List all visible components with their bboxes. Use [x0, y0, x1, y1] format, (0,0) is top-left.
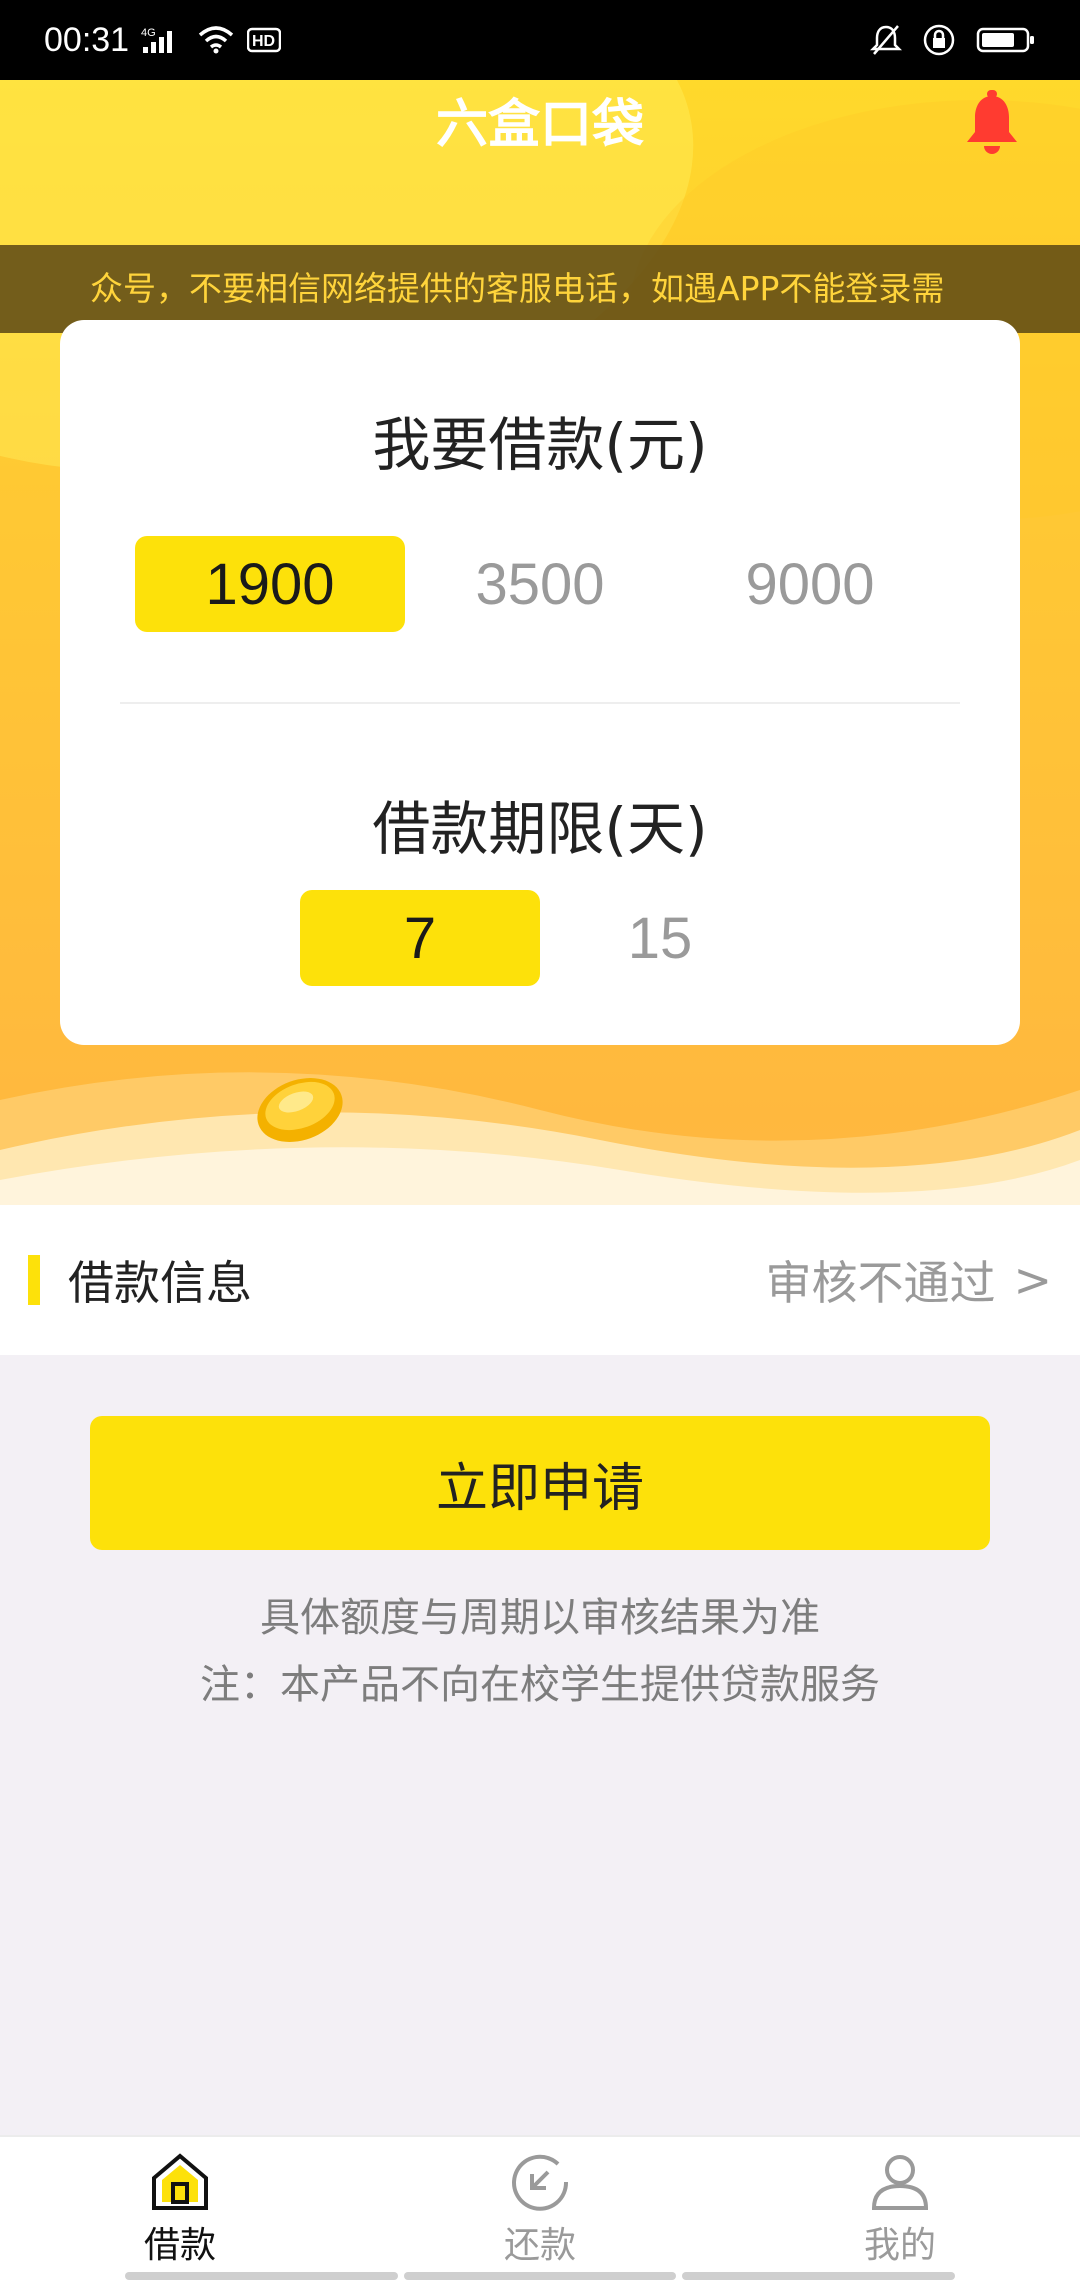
apply-now-button[interactable]: 立即申请: [90, 1416, 990, 1550]
lock-rotation-icon: [922, 23, 956, 57]
nav-label-repay: 还款: [503, 2224, 576, 2266]
wave-decoration: [0, 1072, 1080, 1210]
chevron-right-icon: >: [1013, 1253, 1052, 1307]
note-students: 注：本产品不向在校学生提供贷款服务: [200, 1662, 880, 1708]
loan-info-row[interactable]: 借款信息 审核不通过 >: [0, 1205, 1080, 1355]
nav-item-repay[interactable]: 还款: [390, 2136, 690, 2280]
amount-title: 我要借款(元): [372, 411, 708, 479]
app-title: 六盒口袋: [435, 95, 644, 155]
amount-option-9000[interactable]: 9000: [675, 536, 945, 632]
hd-icon: HD: [247, 25, 282, 55]
bottom-nav: 借款 还款 我的: [0, 2135, 1080, 2280]
note-quota: 具体额度与周期以审核结果为准: [260, 1595, 820, 1641]
notification-bell-icon[interactable]: [952, 80, 1032, 170]
svg-text:HD: HD: [252, 33, 275, 50]
repay-icon: [512, 2154, 569, 2211]
status-bar: 00:31 4G HD: [0, 0, 1080, 80]
term-option-15[interactable]: 15: [540, 890, 780, 986]
home-indicator: [125, 2272, 956, 2280]
amount-option-3500[interactable]: 3500: [405, 536, 675, 632]
divider: [120, 702, 960, 704]
amount-option-1900[interactable]: 1900: [135, 536, 405, 632]
home-icon: [152, 2152, 208, 2210]
accent-bar: [28, 1255, 40, 1305]
nav-item-loan[interactable]: 借款: [30, 2136, 330, 2280]
amount-options: 1900 3500 9000: [135, 536, 945, 632]
nav-item-mine[interactable]: 我的: [750, 2136, 1050, 2280]
nav-label-loan: 借款: [143, 2224, 216, 2266]
term-option-7[interactable]: 7: [300, 890, 540, 986]
svg-text:4G: 4G: [141, 27, 156, 39]
status-time: 00:31: [44, 20, 130, 59]
term-options: 7 15: [300, 890, 780, 986]
loan-card: 我要借款(元) 1900 3500 9000 借款期限(天) 7 15: [60, 320, 1020, 1045]
user-icon: [871, 2154, 929, 2210]
coin-icon: [257, 1078, 343, 1142]
battery-icon: [976, 25, 1036, 55]
loan-info-label: 借款信息: [68, 1256, 252, 1310]
wifi-icon: [197, 25, 235, 55]
review-status: 审核不通过: [765, 1256, 996, 1310]
term-title: 借款期限(天): [372, 795, 708, 863]
mute-bell-icon: [870, 23, 902, 57]
nav-label-mine: 我的: [863, 2224, 936, 2266]
signal-icon: 4G: [141, 25, 185, 55]
